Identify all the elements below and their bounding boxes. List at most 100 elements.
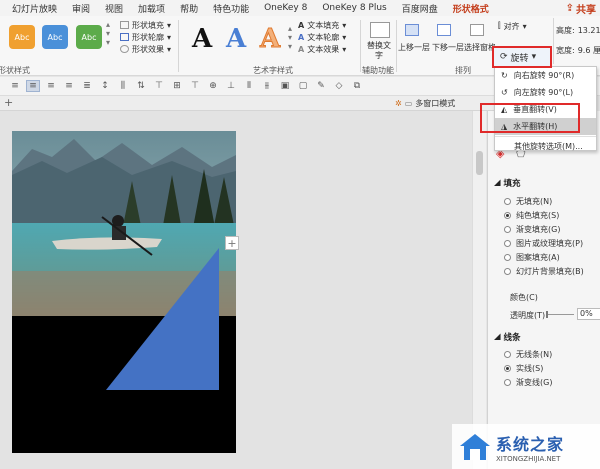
fill-option-pattern[interactable]: 图案填充(A) [504,252,560,263]
align-button[interactable]: ⫿ 对齐 ▾ [498,20,527,32]
format-painter-icon[interactable]: ✎ [314,80,328,92]
tab-addins[interactable]: 加载项 [138,2,165,15]
send-backward-button[interactable]: 下移一层 [432,42,464,53]
text-outline-button[interactable]: A 文本轮廓 ▾ [298,31,346,43]
radio-icon [504,379,511,386]
fill-option-gradient[interactable]: 渐变填充(G) [504,224,560,235]
distribute-v-icon[interactable]: ⫵ [260,80,274,92]
line-option-gradient[interactable]: 渐变线(G) [504,377,552,388]
align-icon: ⫿ [498,21,501,30]
chevron-down-icon: ◢ [494,178,501,188]
watermark-url: XITONGZHIJIA.NET [496,454,561,463]
tab-slideshow[interactable]: 幻灯片放映 [12,2,57,15]
line-option-none[interactable]: 无线条(N) [504,349,552,360]
align-bottom-icon[interactable]: ⊥ [224,80,238,92]
tab-shape-format[interactable]: 形状格式 [452,2,489,18]
tab-features[interactable]: 特色功能 [213,2,249,15]
shape-tools-icon[interactable]: ◇ [332,80,346,92]
shape-style-blue[interactable]: Abc [42,25,68,49]
transparency-slider[interactable] [546,311,574,318]
vertical-scrollbar[interactable] [472,111,486,469]
rotate-button[interactable]: ⟳ 旋转 ▾ [492,46,552,68]
replace-text-button[interactable]: 替换文字 [367,41,391,61]
rotate-left-icon: ↺ [501,88,508,97]
menu-tabs: 幻灯片放映 审阅 视图 加载项 帮助 特色功能 OneKey 8 OneKey … [0,0,600,18]
line-spacing-icon[interactable]: ↕ [98,80,112,92]
align-center-icon[interactable]: ≡ [26,80,40,92]
radio-icon [504,198,511,205]
bring-forward-button[interactable]: 上移一层 [398,42,430,53]
wordart-style-black[interactable]: A [192,24,212,54]
tab-review[interactable]: 审阅 [72,2,90,15]
group-icon[interactable]: ▣ [278,80,292,92]
line-option-solid[interactable]: 实线(S) [504,363,543,374]
effects-icon [120,45,129,53]
rotate-left-90-item[interactable]: ↺ 向左旋转 90°(L) [495,84,596,101]
shape-style-orange[interactable]: Abc [9,25,35,49]
fill-option-picture[interactable]: 图片或纹理填充(P) [504,238,583,249]
slide[interactable] [12,131,236,453]
group-shape-styles-label: 形状样式 [0,66,30,75]
divider [360,20,361,72]
group-arrange-label: 排列 [455,66,471,75]
distributed-icon[interactable]: ≣ [80,80,94,92]
fill-section-header[interactable]: ◢ 填充 [494,177,521,189]
shape-outline-button[interactable]: 形状轮廓 ▾ [120,31,171,43]
radio-icon [504,351,511,358]
text-direction-icon[interactable]: ⇅ [134,80,148,92]
menu-divider [495,136,596,137]
tab-onekey8[interactable]: OneKey 8 [264,3,307,13]
share-label: 共享 [576,4,596,16]
align-middle-icon[interactable]: ⊕ [206,80,220,92]
align-text-icon[interactable]: ⊤ [152,80,166,92]
ungroup-icon[interactable]: ▢ [296,80,310,92]
rotate-right-icon: ↻ [501,71,508,80]
text-effects-button[interactable]: A 文本效果 ▾ [298,43,346,55]
wordart-style-blue[interactable]: A [226,24,246,54]
scrollbar-thumb[interactable] [476,151,483,175]
watermark-brand: 系统之家 [496,434,565,454]
watermark: 系统之家 XITONGZHIJIA.NET [452,424,600,469]
highlight-annotation [480,103,580,133]
share-button[interactable]: ⇪ 共享 [562,0,600,16]
multi-window-toggle[interactable]: ✲ ▭ 多窗口模式 [395,97,455,110]
share-icon: ⇪ [565,2,574,14]
style-gallery-scroll-icon[interactable]: ▴ ▾ ▾ [106,20,110,47]
align-left-icon[interactable]: ≡ [8,80,22,92]
text-outline-icon: A [298,32,305,42]
divider [553,18,554,64]
wordart-style-orange[interactable]: A [259,24,280,55]
tab-baidu[interactable]: 百度网盘 [402,2,438,15]
shape-fill-button[interactable]: 形状填充 ▾ [120,19,171,31]
fill-option-slide-background[interactable]: 幻灯片背景填充(B) [504,266,584,277]
radio-icon [504,254,511,261]
shape-effects-button[interactable]: 形状效果 ▾ [120,43,171,55]
tab-view[interactable]: 视图 [105,2,123,15]
columns-icon[interactable]: ⫼ [116,80,130,92]
align-right-icon[interactable]: ≡ [44,80,58,92]
distribute-h-icon[interactable]: ⫴ [242,80,256,92]
justify-icon[interactable]: ≡ [62,80,76,92]
tab-onekey8plus[interactable]: OneKey 8 Plus [322,3,386,13]
radio-checked-icon [504,365,511,372]
arrange-icon[interactable]: ⧉ [350,80,364,92]
add-section-icon[interactable]: + [4,96,13,109]
transparency-input[interactable]: 0% [577,308,600,320]
rotate-right-90-item[interactable]: ↻ 向右旋转 90°(R) [495,67,596,84]
smartart-icon[interactable]: ⊞ [170,80,184,92]
width-field[interactable]: 宽度: 9.6 厘 [556,44,600,56]
radio-icon [504,240,511,247]
text-fill-button[interactable]: A 文本填充 ▾ [298,19,346,31]
resize-handle[interactable]: + [225,236,239,250]
more-rotation-options-item[interactable]: 其他旋转选项(M)... [495,138,596,155]
align-top-icon[interactable]: ⊤ [188,80,202,92]
line-section-header[interactable]: ◢ 线条 [494,331,521,343]
fill-option-none[interactable]: 无填充(N) [504,196,552,207]
tab-help[interactable]: 帮助 [180,2,198,15]
paint-bucket-icon [120,21,129,29]
fill-option-solid[interactable]: 纯色填充(S) [504,210,559,221]
transparency-label: 透明度(T) [510,311,546,320]
height-field[interactable]: 高度: 13.21 [556,24,600,36]
wordart-gallery-scroll-icon[interactable]: ▴ ▾ ▾ [288,24,292,51]
shape-style-green[interactable]: Abc [76,25,102,49]
